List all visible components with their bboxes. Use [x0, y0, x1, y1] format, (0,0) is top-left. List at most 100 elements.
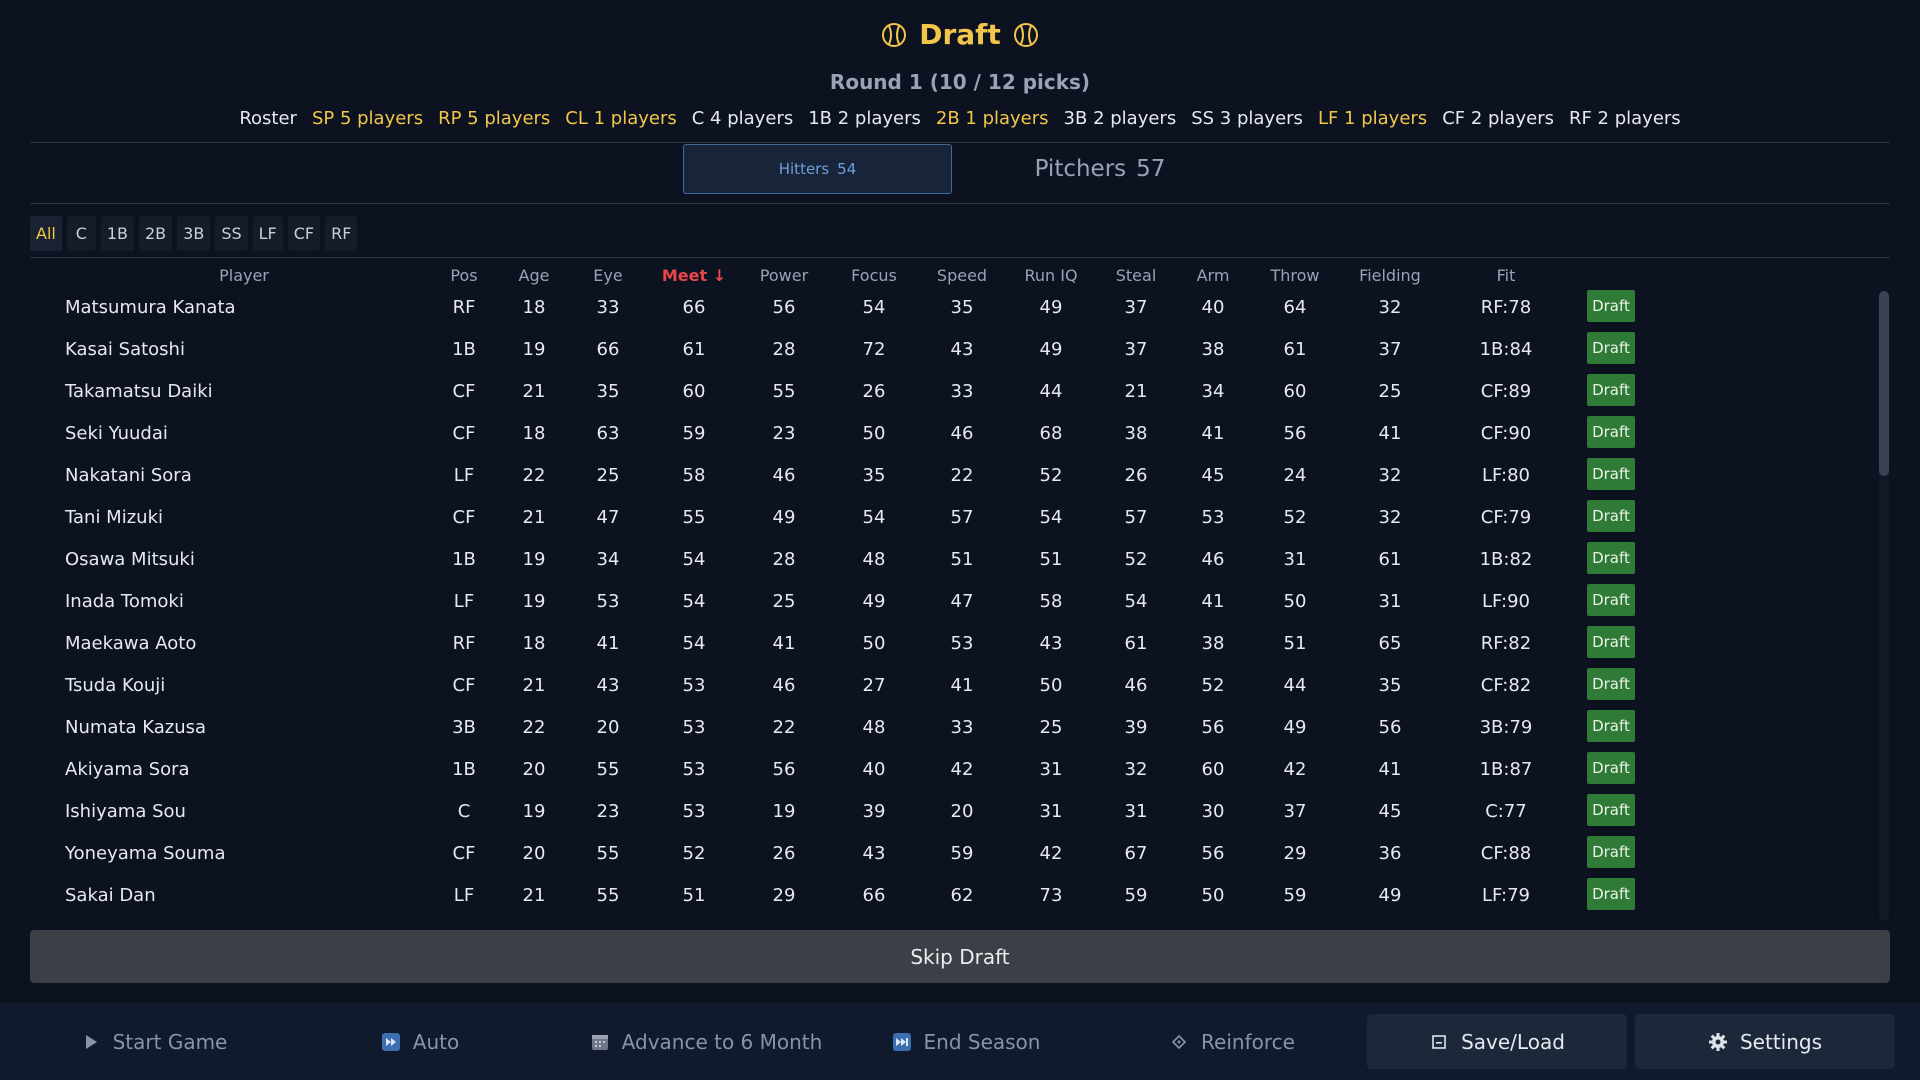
draft-button[interactable]: Draft [1587, 542, 1635, 574]
cell-fielding: 25 [1378, 381, 1402, 402]
column-header-fielding[interactable]: Fielding [1345, 266, 1435, 285]
auto-button[interactable]: Auto [290, 1014, 550, 1069]
tab-hitters[interactable]: Hitters 54 [683, 144, 952, 194]
roster-item: RP 5 players [438, 108, 551, 129]
draft-button[interactable]: Draft [1587, 710, 1635, 742]
column-header-speed[interactable]: Speed [927, 266, 997, 285]
tab-pitchers[interactable]: Pitchers 57 [960, 144, 1240, 194]
column-header-focus[interactable]: Focus [839, 266, 909, 285]
column-header-run-iq[interactable]: Run IQ [1011, 266, 1091, 285]
cell-speed: 33 [950, 717, 974, 738]
draft-button[interactable]: Draft [1587, 626, 1635, 658]
filter-lf[interactable]: LF [252, 216, 283, 251]
cell-speed: 20 [950, 801, 974, 822]
cell-eye: 20 [596, 717, 620, 738]
roster-item: C 4 players [691, 108, 794, 129]
draft-button[interactable]: Draft [1587, 416, 1635, 448]
draft-button[interactable]: Draft [1587, 374, 1635, 406]
column-header-power[interactable]: Power [749, 266, 819, 285]
cell-power: 49 [772, 507, 796, 528]
table-row[interactable]: Akiyama Sora 1B 20 55 53 56 40 42 31 32 60 42 41 1B:8… [30, 749, 1860, 791]
cell-age: 19 [522, 591, 546, 612]
diamond-icon [1169, 1032, 1189, 1052]
table-row[interactable]: Tani Mizuki CF 21 47 55 49 54 57 54 57 53 52 32 CF:79… [30, 497, 1860, 539]
cell-arm: 34 [1201, 381, 1225, 402]
column-header-steal[interactable]: Steal [1106, 266, 1166, 285]
cell-age: 21 [522, 675, 546, 696]
player-name: Akiyama Sora [65, 759, 190, 780]
save-load-button[interactable]: Save/Load [1367, 1014, 1627, 1069]
draft-button[interactable]: Draft [1587, 836, 1635, 868]
table-row[interactable]: Inada Tomoki LF 19 53 54 25 49 47 58 54 41 50 31 LF:9… [30, 581, 1860, 623]
table-row[interactable]: Matsumura Kanata RF 18 33 66 56 54 35 49 37 40 64 32… [30, 287, 1860, 329]
cell-age: 21 [522, 507, 546, 528]
filter-1b[interactable]: 1B [100, 216, 134, 251]
cell-fit: C:77 [1485, 801, 1527, 822]
table-row[interactable]: Yoneyama Souma CF 20 55 52 26 43 59 42 67 56 29 36 CF… [30, 833, 1860, 875]
cell-fit: 3B:79 [1479, 717, 1533, 738]
cell-power: 19 [772, 801, 796, 822]
filter-3b[interactable]: 3B [177, 216, 211, 251]
cell-throw: 51 [1283, 633, 1307, 654]
draft-button[interactable]: Draft [1587, 794, 1635, 826]
filter-cf[interactable]: CF [287, 216, 321, 251]
scrollbar-thumb[interactable] [1879, 291, 1889, 476]
filter-c[interactable]: C [66, 216, 96, 251]
draft-button[interactable]: Draft [1587, 290, 1635, 322]
table-row[interactable]: Numata Kazusa 3B 22 20 53 22 48 33 25 39 56 49 56 3B:… [30, 707, 1860, 749]
cell-eye: 35 [596, 381, 620, 402]
column-header-player[interactable]: Player [189, 266, 299, 285]
player-name: Maekawa Aoto [65, 633, 197, 654]
table-scrollbar[interactable] [1879, 291, 1889, 921]
start-game-button[interactable]: Start Game [24, 1014, 284, 1069]
table-row[interactable]: Tsuda Kouji CF 21 43 53 46 27 41 50 46 52 44 35 CF:82… [30, 665, 1860, 707]
table-row[interactable]: Ishiyama Sou C 19 23 53 19 39 20 31 31 30 37 45 C:77 D… [30, 791, 1860, 833]
table-row[interactable]: Seki Yuudai CF 18 63 59 23 50 46 68 38 41 56 41 CF:90… [30, 413, 1860, 455]
table-row[interactable]: Sakai Dan LF 21 55 51 29 66 62 73 59 50 59 49 LF:79 Dr… [30, 875, 1860, 917]
draft-button[interactable]: Draft [1587, 878, 1635, 910]
cell-steal: 38 [1124, 423, 1148, 444]
advance-to-6-month-button[interactable]: Advance to 6 Month [556, 1014, 856, 1069]
cell-eye: 23 [596, 801, 620, 822]
cell-power: 46 [772, 675, 796, 696]
table-row[interactable]: Osawa Mitsuki 1B 19 34 54 28 48 51 51 52 46 31 61 1B:… [30, 539, 1860, 581]
draft-button[interactable]: Draft [1587, 584, 1635, 616]
table-row[interactable]: Takamatsu Daiki CF 21 35 60 55 26 33 44 21 34 60 25 C… [30, 371, 1860, 413]
column-header-arm[interactable]: Arm [1188, 266, 1238, 285]
column-header-age[interactable]: Age [509, 266, 559, 285]
filter-rf[interactable]: RF [325, 216, 358, 251]
cell-fit: 1B:87 [1479, 759, 1533, 780]
table-row[interactable]: Nakatani Sora LF 22 25 58 46 35 22 52 26 45 24 32 LF:… [30, 455, 1860, 497]
filter-ss[interactable]: SS [215, 216, 248, 251]
draft-button[interactable]: Draft [1587, 668, 1635, 700]
column-header-pos[interactable]: Pos [439, 266, 489, 285]
table-row[interactable]: Kasai Satoshi 1B 19 66 61 28 72 43 49 37 38 61 37 1B:… [30, 329, 1860, 371]
draft-button[interactable]: Draft [1587, 458, 1635, 490]
draft-button[interactable]: Draft [1587, 332, 1635, 364]
column-header-eye[interactable]: Eye [583, 266, 633, 285]
cell-arm: 53 [1201, 507, 1225, 528]
cell-fit: LF:80 [1482, 465, 1530, 486]
column-header-fit[interactable]: Fit [1466, 266, 1546, 285]
settings-button[interactable]: Settings [1635, 1014, 1895, 1069]
table-row[interactable]: Maekawa Aoto RF 18 41 54 41 50 53 43 61 38 51 65 RF:8… [30, 623, 1860, 665]
cell-steal: 32 [1124, 759, 1148, 780]
end-season-button[interactable]: End Season [836, 1014, 1096, 1069]
cell-pos: CF [452, 843, 476, 864]
filter-2b[interactable]: 2B [139, 216, 173, 251]
cell-throw: 37 [1283, 801, 1307, 822]
draft-button[interactable]: Draft [1587, 752, 1635, 784]
draft-button[interactable]: Draft [1587, 500, 1635, 532]
cell-eye: 53 [596, 591, 620, 612]
skip-draft-button[interactable]: Skip Draft [30, 930, 1890, 983]
cell-pos: LF [453, 465, 475, 486]
filter-all[interactable]: All [30, 216, 62, 251]
cell-arm: 40 [1201, 297, 1225, 318]
column-header-meet[interactable]: Meet ↓ [654, 266, 734, 285]
cell-focus: 27 [862, 675, 886, 696]
calendar-icon [590, 1032, 610, 1052]
reinforce-button[interactable]: Reinforce [1102, 1014, 1362, 1069]
cell-eye: 25 [596, 465, 620, 486]
column-header-throw[interactable]: Throw [1260, 266, 1330, 285]
cell-fielding: 35 [1378, 675, 1402, 696]
